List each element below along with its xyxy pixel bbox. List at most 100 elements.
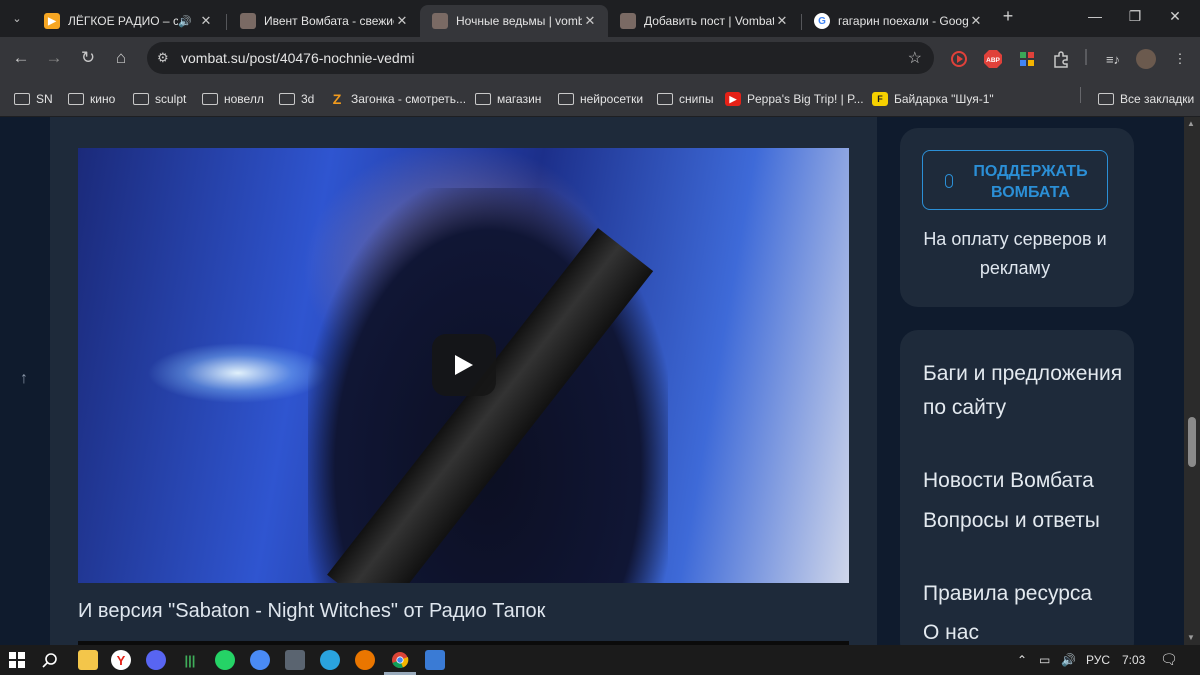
photos-icon[interactable] [425, 650, 445, 670]
bookmark-label: снипы [679, 92, 714, 106]
close-tab-icon[interactable]: ✕ [394, 13, 410, 29]
bookmark-peppa[interactable]: ▶ Peppa's Big Trip! | P... [725, 87, 864, 111]
scroll-up-icon[interactable]: ▲ [1187, 119, 1195, 128]
bookmark-snipy[interactable]: снипы [657, 87, 713, 111]
scroll-down-icon[interactable]: ▼ [1187, 633, 1195, 642]
link-bugs-suggestions[interactable]: Баги и предложения по сайту [923, 357, 1123, 425]
bookmark-sculpt[interactable]: sculpt [133, 87, 186, 111]
profile-avatar[interactable] [1136, 49, 1156, 69]
video-player[interactable] [78, 148, 849, 583]
wombat-icon [432, 13, 448, 29]
reload-icon[interactable]: ↻ [77, 48, 99, 68]
link-faq[interactable]: Вопросы и ответы [923, 504, 1123, 538]
tray-chevron-icon[interactable]: ⌃ [1017, 653, 1027, 667]
app-green-icon[interactable]: ||| [180, 650, 200, 670]
new-tab-button[interactable]: + [997, 6, 1019, 28]
address-bar[interactable]: ⚙ vombat.su/post/40476-nochnie-vedmi ☆ [147, 42, 934, 74]
close-window-icon[interactable]: ✕ [1165, 8, 1185, 25]
bookmark-baidarka[interactable]: F Байдарка "Шуя-1" [872, 87, 994, 111]
adblock-icon[interactable]: ABP [983, 49, 1003, 69]
tab-nochnye-vedmy[interactable]: Ночные ведьмы | vombat ✕ [420, 5, 608, 37]
tab-strip: ⌄ ▶ ЛЁГКОЕ РАДИО – сл 🔊 ✕ Ивент Вомбата … [0, 0, 1200, 37]
media-control-icon[interactable]: ≡♪ [1103, 49, 1123, 69]
bookmark-zagonka[interactable]: Z Загонка - смотреть... [329, 87, 466, 111]
close-tab-icon[interactable]: ✕ [968, 13, 984, 29]
puzzle-color-icon[interactable] [1017, 49, 1037, 69]
bookmark-star-icon[interactable]: ☆ [908, 48, 922, 68]
tab-add-post[interactable]: Добавить пост | Vombat ✕ [608, 5, 800, 37]
bookmark-kino[interactable]: кино [68, 87, 115, 111]
link-about[interactable]: О нас [923, 616, 1123, 645]
tab-divider [226, 14, 227, 30]
volume-icon[interactable]: 🔊 [1061, 653, 1076, 667]
more-menu-icon[interactable]: ⋮ [1170, 49, 1190, 69]
bookmark-label: новелл [224, 92, 264, 106]
speaker-icon[interactable]: 🔊 [178, 15, 192, 28]
restore-icon[interactable]: ❐ [1125, 8, 1145, 25]
tab-title: гагарин поехали - Goog [838, 14, 968, 28]
folder-icon [202, 93, 218, 105]
folder-icon [657, 93, 673, 105]
play-button[interactable] [432, 334, 496, 396]
folder-icon [279, 93, 295, 105]
input-language[interactable]: РУС [1086, 653, 1110, 667]
folder-icon [68, 93, 84, 105]
chromium-icon[interactable] [250, 650, 270, 670]
folder-icon [558, 93, 574, 105]
discord-icon[interactable] [146, 650, 166, 670]
home-icon[interactable]: ⌂ [110, 48, 132, 68]
yandex-browser-icon[interactable]: Y [111, 650, 131, 670]
bookmarks-divider [1080, 87, 1081, 103]
close-tab-icon[interactable]: ✕ [774, 13, 790, 29]
search-icon[interactable] [40, 650, 60, 670]
windows-start-icon[interactable] [7, 650, 27, 670]
back-arrow-icon[interactable]: ← [10, 48, 32, 68]
all-bookmarks[interactable]: Все закладки [1098, 87, 1194, 111]
extensions-icon[interactable] [1051, 49, 1071, 69]
bookmark-neiroseti[interactable]: нейросетки [558, 87, 643, 111]
bookmark-label: магазин [497, 92, 542, 106]
play-triangle-icon: ▶ [44, 13, 60, 29]
support-wombat-button[interactable]: ПОДДЕРЖАТЬ ВОМБАТА [922, 150, 1108, 210]
notifications-icon[interactable]: 🗨 [1160, 651, 1178, 668]
scrollbar-thumb[interactable] [1188, 417, 1196, 467]
bookmark-sn[interactable]: SN [14, 87, 53, 111]
network-icon[interactable]: ▭ [1039, 653, 1050, 667]
bookmark-novell[interactable]: новелл [202, 87, 264, 111]
bookmark-magazin[interactable]: магазин [475, 87, 541, 111]
link-rules[interactable]: Правила ресурса [923, 577, 1123, 611]
record-icon[interactable] [949, 49, 969, 69]
page-scrollbar[interactable]: ▲ ▼ [1184, 117, 1200, 645]
clock[interactable]: 7:03 [1122, 653, 1145, 667]
telegram-icon[interactable] [320, 650, 340, 670]
url-text[interactable]: vombat.su/post/40476-nochnie-vedmi [181, 50, 414, 66]
wombat-icon [240, 13, 256, 29]
bookmark-label: Все закладки [1120, 92, 1195, 106]
folder-icon [1098, 93, 1114, 105]
tab-event-vombata[interactable]: Ивент Вомбата - свежие ✕ [228, 5, 420, 37]
minimize-icon[interactable]: — [1085, 8, 1105, 24]
site-info-icon[interactable]: ⚙ [157, 50, 169, 66]
post-caption: И версия "Sabaton - Night Witches" от Ра… [78, 600, 546, 622]
calculator-icon[interactable] [285, 650, 305, 670]
close-tab-icon[interactable]: ✕ [198, 13, 214, 29]
bookmark-label: Peppa's Big Trip! | P... [747, 92, 864, 106]
bookmark-label: 3d [301, 92, 315, 106]
folder-icon [475, 93, 491, 105]
tab-title: Ночные ведьмы | vombat [456, 14, 582, 28]
forward-arrow-icon[interactable]: → [43, 48, 65, 68]
whatsapp-icon[interactable] [215, 650, 235, 670]
chrome-icon[interactable] [390, 650, 410, 670]
link-wombat-news[interactable]: Новости Вомбата [923, 464, 1123, 498]
blender-icon[interactable] [355, 650, 375, 670]
file-explorer-icon[interactable] [78, 650, 98, 670]
close-tab-icon[interactable]: ✕ [582, 13, 598, 29]
bookmark-label: sculpt [155, 92, 187, 106]
tab-google-search[interactable]: G гагарин поехали - Goog ✕ [802, 5, 994, 37]
bookmark-3d[interactable]: 3d [279, 87, 314, 111]
scroll-to-top-icon[interactable]: ↑ [20, 370, 28, 388]
tab-search-button[interactable]: ⌄ [6, 7, 28, 29]
tab-legkoe-radio[interactable]: ▶ ЛЁГКОЕ РАДИО – сл 🔊 ✕ [32, 5, 224, 37]
bookmarks-bar: SN кино sculpt новелл 3d Z Загонка - смот… [0, 82, 1200, 117]
tab-title: Добавить пост | Vombat [644, 14, 774, 28]
